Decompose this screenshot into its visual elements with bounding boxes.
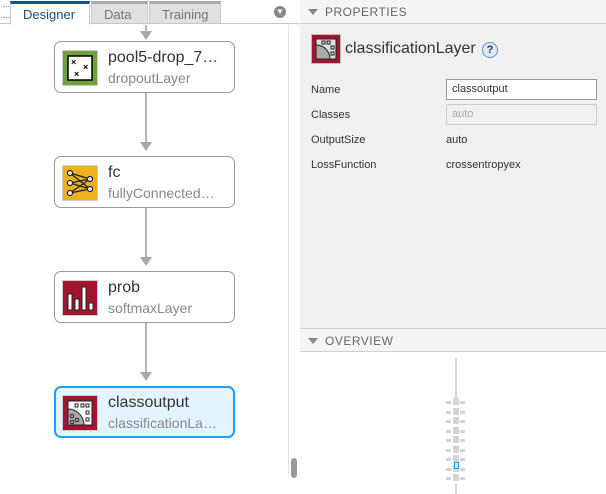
classes-input: auto bbox=[446, 104, 597, 125]
collapse-triangle-icon[interactable] bbox=[308, 9, 318, 15]
right-panel: PROPERTIES classificationLayer ? Name cl… bbox=[300, 0, 606, 494]
edge bbox=[145, 93, 147, 147]
fully-connected-icon bbox=[62, 165, 98, 201]
minimap-block bbox=[453, 455, 459, 462]
minimap-block bbox=[460, 458, 465, 461]
collapse-triangle-icon[interactable] bbox=[308, 338, 318, 344]
minimap-block bbox=[453, 474, 459, 481]
vertical-scrollbar[interactable] bbox=[288, 25, 299, 478]
overview-minimap[interactable] bbox=[300, 352, 606, 494]
layer-type: fullyConnected… bbox=[108, 185, 215, 201]
layer-name: classoutput bbox=[108, 394, 189, 411]
classification-icon bbox=[311, 34, 341, 64]
minimap-block bbox=[453, 436, 459, 443]
minimap-block bbox=[460, 410, 465, 414]
layer-node-classoutput[interactable]: classoutput classificationLa… bbox=[54, 386, 235, 438]
minimap-block bbox=[453, 445, 459, 453]
minimap-selection bbox=[454, 462, 459, 469]
minimap-block bbox=[460, 401, 465, 404]
svg-text:×: × bbox=[74, 69, 79, 79]
minimap-block bbox=[453, 398, 459, 405]
arrow-icon bbox=[140, 142, 152, 151]
layer-name: pool5-drop_7… bbox=[108, 49, 219, 66]
minimap-block bbox=[446, 458, 451, 461]
lossfunction-label: LossFunction bbox=[311, 159, 377, 171]
layer-node-prob[interactable]: prob softmaxLayer bbox=[54, 271, 235, 323]
minimap-block bbox=[460, 420, 465, 423]
edge bbox=[145, 208, 147, 262]
arrow-icon bbox=[140, 257, 152, 266]
minimap-block bbox=[453, 407, 459, 415]
dropout-icon: × × × bbox=[62, 50, 98, 86]
minimap-block bbox=[446, 429, 451, 433]
layer-name: prob bbox=[108, 279, 141, 296]
minimap-block bbox=[446, 477, 451, 480]
minimap-block bbox=[446, 467, 451, 471]
minimap-block bbox=[460, 477, 465, 480]
minimap-block bbox=[453, 426, 459, 434]
tab-menu-icon[interactable]: ▼ bbox=[274, 6, 286, 18]
name-input[interactable]: classoutput bbox=[446, 79, 597, 100]
svg-text:×: × bbox=[71, 57, 76, 67]
designer-panel: Designer Data Training ▼ × × × pool5-drop_… bbox=[0, 0, 299, 478]
arrow-icon bbox=[140, 372, 152, 381]
softmax-icon bbox=[62, 280, 98, 316]
minimap-block bbox=[460, 467, 465, 471]
layer-type-title: classificationLayer bbox=[345, 40, 476, 57]
network-canvas[interactable]: × × × pool5-drop_7… dropoutLayer fc fullyC… bbox=[0, 25, 287, 474]
minimap-block bbox=[453, 417, 459, 424]
properties-title: PROPERTIES bbox=[325, 5, 408, 19]
minimap-block bbox=[446, 410, 451, 414]
tab-training[interactable]: Training bbox=[149, 1, 221, 24]
layer-type: softmaxLayer bbox=[108, 300, 193, 316]
minimap-block bbox=[446, 448, 451, 452]
minimap-block bbox=[455, 358, 457, 398]
minimap-block bbox=[446, 420, 451, 423]
layer-type: classificationLa… bbox=[108, 415, 217, 431]
minimap-block bbox=[446, 439, 451, 442]
arrow-icon bbox=[140, 31, 152, 40]
layer-type: dropoutLayer bbox=[108, 70, 191, 86]
layer-name: fc bbox=[108, 164, 121, 181]
drag-grip[interactable] bbox=[3, 6, 9, 18]
outputsize-label: OutputSize bbox=[311, 134, 366, 146]
tab-data[interactable]: Data bbox=[91, 1, 148, 24]
minimap-block bbox=[460, 439, 465, 442]
overview-header[interactable]: OVERVIEW bbox=[300, 328, 606, 352]
edge bbox=[145, 323, 147, 377]
tab-bar: Designer Data Training ▼ bbox=[0, 0, 299, 25]
tab-designer[interactable]: Designer bbox=[10, 1, 90, 25]
classes-label: Classes bbox=[311, 109, 351, 121]
classification-icon bbox=[62, 395, 98, 431]
minimap-block bbox=[460, 448, 465, 452]
minimap-block bbox=[460, 429, 465, 433]
overview-title: OVERVIEW bbox=[325, 334, 394, 348]
help-icon[interactable]: ? bbox=[482, 42, 498, 58]
layer-node-dropout[interactable]: × × × pool5-drop_7… dropoutLayer bbox=[54, 41, 235, 93]
scrollbar-thumb[interactable] bbox=[291, 458, 297, 478]
lossfunction-value: crossentropyex bbox=[446, 159, 521, 171]
minimap-block bbox=[446, 401, 451, 404]
properties-header[interactable]: PROPERTIES bbox=[300, 0, 606, 24]
minimap-block bbox=[455, 484, 457, 494]
layer-node-fc[interactable]: fc fullyConnected… bbox=[54, 156, 235, 208]
name-label: Name bbox=[311, 84, 341, 96]
outputsize-value: auto bbox=[446, 134, 468, 146]
svg-text:×: × bbox=[83, 62, 88, 72]
